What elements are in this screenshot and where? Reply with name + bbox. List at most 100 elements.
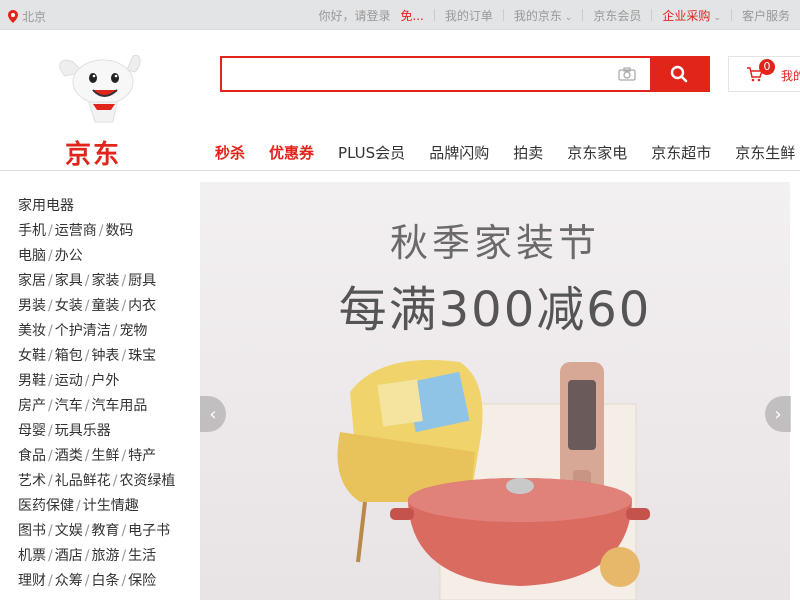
category-link[interactable]: 运动: [55, 373, 83, 389]
category-separator: /: [84, 273, 90, 289]
top-bar: 北京 你好，请登录 免... 我的订单 我的京东 ⌄ 京东会员 企业采购 ⌄ 客户服…: [0, 0, 800, 30]
category-link[interactable]: 美妆: [18, 323, 46, 339]
my-jd-link[interactable]: 我的京东 ⌄: [504, 7, 583, 24]
category-separator: /: [48, 373, 53, 389]
category-link[interactable]: 钟表: [91, 348, 119, 364]
category-link[interactable]: 家装: [91, 273, 119, 289]
category-link[interactable]: 众筹: [55, 573, 83, 589]
search-bar: [220, 56, 710, 92]
promo-banner[interactable]: 秋季家装节 每满300减60: [200, 182, 790, 600]
category-separator: /: [121, 448, 127, 464]
nav-item-seckill[interactable]: 秒杀: [215, 142, 245, 163]
category-link[interactable]: 玩具乐器: [55, 423, 111, 439]
cart-label: 我的: [781, 69, 800, 83]
category-separator: /: [48, 473, 53, 489]
category-link[interactable]: 男装: [18, 298, 46, 314]
category-separator: /: [84, 548, 90, 564]
category-item: 电脑 / 办公: [18, 244, 190, 269]
category-link[interactable]: 户外: [91, 373, 119, 389]
category-link[interactable]: 女鞋: [18, 348, 46, 364]
category-link[interactable]: 理财: [18, 573, 46, 589]
category-link[interactable]: 童装: [91, 298, 119, 314]
greeting-text: 你好，请登录: [318, 8, 391, 23]
category-link[interactable]: 内衣: [128, 298, 156, 314]
category-link[interactable]: 电脑: [18, 248, 46, 264]
category-separator: /: [84, 573, 90, 589]
category-link[interactable]: 保险: [128, 573, 156, 589]
category-link[interactable]: 计生情趣: [83, 498, 139, 514]
location-selector[interactable]: 北京: [8, 8, 46, 25]
logo[interactable]: 京东: [55, 48, 145, 170]
category-item: 母婴 / 玩具乐器: [18, 419, 190, 444]
category-item: 家用电器: [18, 194, 190, 219]
category-separator: /: [121, 548, 127, 564]
category-link[interactable]: 厨具: [128, 273, 156, 289]
category-separator: /: [121, 273, 127, 289]
category-menu: 家用电器 手机 / 运营商 / 数码 电脑 / 办公 家居 / 家具 / 家装 / 厨具 男装 / 女装 / 童装 / 内衣…: [0, 182, 190, 600]
register-link[interactable]: 免...: [400, 9, 423, 23]
category-separator: /: [48, 448, 53, 464]
nav-item-coupons[interactable]: 优惠券: [269, 142, 314, 163]
category-link[interactable]: 家用电器: [18, 198, 74, 214]
category-separator: /: [48, 573, 53, 589]
category-link[interactable]: 母婴: [18, 423, 46, 439]
search-button[interactable]: [650, 58, 708, 90]
nav-item-brand-flash[interactable]: 品牌闪购: [429, 142, 489, 163]
category-item: 艺术 / 礼品鲜花 / 农资绿植: [18, 469, 190, 494]
logo-text: 京东: [65, 140, 122, 170]
category-link[interactable]: 女装: [55, 298, 83, 314]
jd-member-link[interactable]: 京东会员: [583, 7, 651, 24]
category-link[interactable]: 电子书: [128, 523, 170, 539]
category-link[interactable]: 图书: [18, 523, 46, 539]
category-link[interactable]: 机票: [18, 548, 46, 564]
category-link[interactable]: 个护清洁: [55, 323, 111, 339]
category-link[interactable]: 汽车: [55, 398, 83, 414]
nav-item-supermarket[interactable]: 京东超市: [651, 142, 711, 163]
enterprise-link[interactable]: 企业采购 ⌄: [652, 7, 731, 24]
category-link[interactable]: 男鞋: [18, 373, 46, 389]
category-link[interactable]: 白条: [91, 573, 119, 589]
category-link[interactable]: 生鲜: [91, 448, 119, 464]
category-link[interactable]: 房产: [18, 398, 46, 414]
search-input[interactable]: [222, 58, 612, 90]
nav-item-fresh[interactable]: 京东生鲜: [735, 142, 795, 163]
category-link[interactable]: 生活: [128, 548, 156, 564]
category-link[interactable]: 办公: [55, 248, 83, 264]
search-icon: [670, 65, 688, 83]
location-label: 北京: [22, 10, 47, 24]
category-link[interactable]: 文娱: [55, 523, 83, 539]
category-link[interactable]: 酒店: [55, 548, 83, 564]
category-link[interactable]: 教育: [91, 523, 119, 539]
category-link[interactable]: 旅游: [91, 548, 119, 564]
category-link[interactable]: 手机: [18, 223, 46, 239]
category-link[interactable]: 珠宝: [128, 348, 156, 364]
category-separator: /: [48, 423, 53, 439]
category-link[interactable]: 农资绿植: [119, 473, 175, 489]
nav-item-plus[interactable]: PLUS会员: [338, 142, 405, 163]
category-link[interactable]: 家具: [55, 273, 83, 289]
category-link[interactable]: 特产: [128, 448, 156, 464]
category-separator: /: [48, 348, 53, 364]
nav-item-auction[interactable]: 拍卖: [513, 142, 543, 163]
category-link[interactable]: 箱包: [55, 348, 83, 364]
category-separator: /: [48, 223, 53, 239]
category-link[interactable]: 宠物: [119, 323, 147, 339]
cart-button[interactable]: 0 我的: [728, 56, 800, 92]
category-link[interactable]: 酒类: [55, 448, 83, 464]
camera-icon[interactable]: [618, 67, 636, 81]
category-separator: /: [84, 373, 90, 389]
category-link[interactable]: 数码: [105, 223, 133, 239]
category-link[interactable]: 家居: [18, 273, 46, 289]
my-orders-link[interactable]: 我的订单: [435, 7, 503, 24]
chevron-down-icon: ⌄: [713, 12, 721, 23]
customer-service-link[interactable]: 客户服务: [732, 7, 800, 24]
category-link[interactable]: 运营商: [55, 223, 97, 239]
category-link[interactable]: 医药保健: [18, 498, 74, 514]
category-link[interactable]: 礼品鲜花: [55, 473, 111, 489]
category-link[interactable]: 汽车用品: [91, 398, 147, 414]
category-separator: /: [84, 398, 90, 414]
login-link[interactable]: 你好，请登录 免...: [309, 7, 434, 24]
category-link[interactable]: 食品: [18, 448, 46, 464]
nav-item-appliances[interactable]: 京东家电: [567, 142, 627, 163]
category-link[interactable]: 艺术: [18, 473, 46, 489]
